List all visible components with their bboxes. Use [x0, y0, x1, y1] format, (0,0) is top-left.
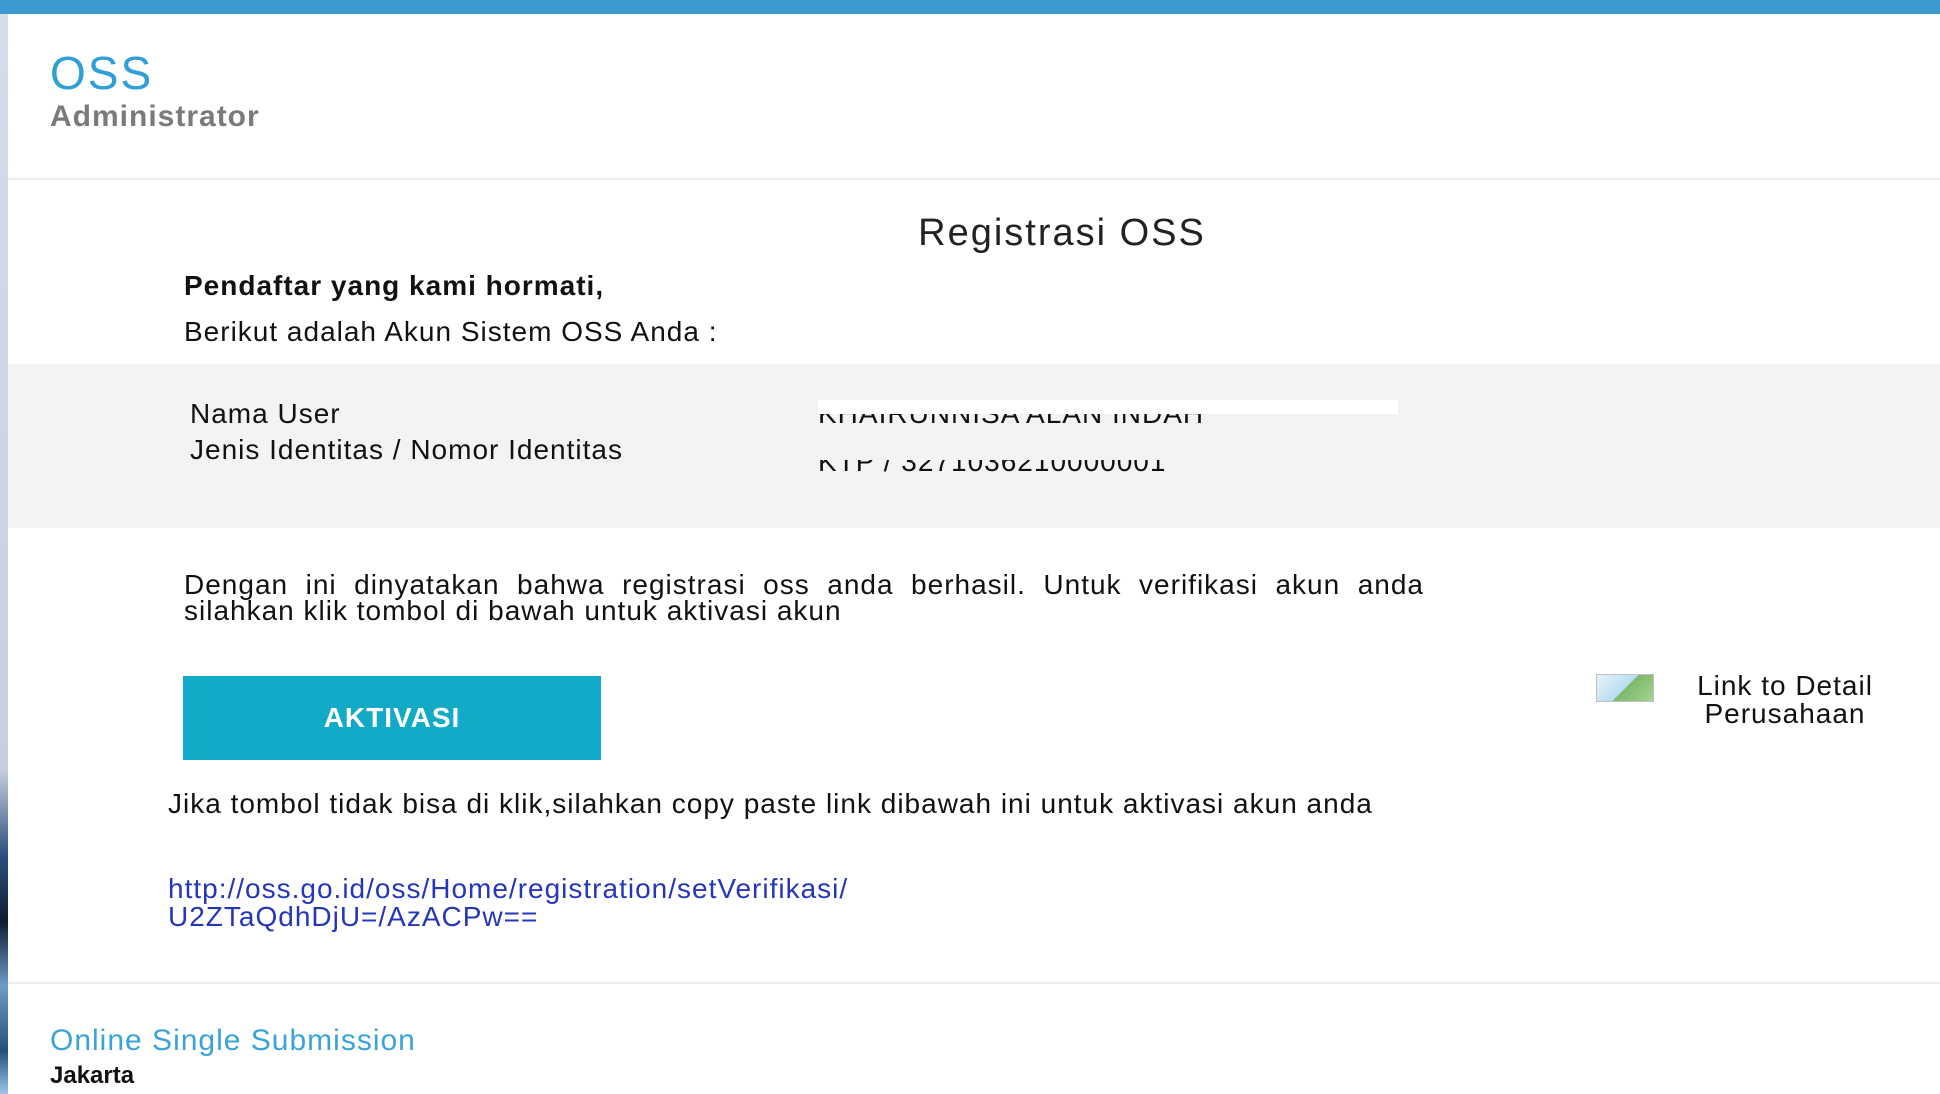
greeting-text: Pendaftar yang kami hormati,: [184, 270, 605, 301]
window-edge: [0, 14, 8, 1094]
company-detail-link-image[interactable]: Link to Detail Perusahaan: [1596, 672, 1916, 728]
brand-subtitle: Administrator: [50, 100, 260, 133]
account-info-panel: Nama User KHAIRUNNISA ALAN INDAH Jenis I…: [8, 364, 1940, 528]
email-header: OSS Administrator: [8, 14, 1940, 180]
redaction-mask: [818, 400, 1398, 414]
activation-link[interactable]: http://oss.go.id/oss/Home/registration/s…: [168, 875, 848, 931]
intro-text: Berikut adalah Akun Sistem OSS Anda :: [184, 316, 718, 347]
image-alt-text: Link to Detail Perusahaan: [1697, 670, 1873, 729]
identity-label: Jenis Identitas / Nomor Identitas: [190, 434, 623, 465]
identity-value: KTP / 3271036210000001: [818, 448, 1280, 476]
footer-org: Online Single Submission: [50, 1024, 416, 1057]
broken-image-icon: [1596, 674, 1654, 702]
username-label: Nama User: [190, 398, 341, 429]
redaction-mask: [818, 448, 1280, 460]
success-message: Dengan ini dinyatakan bahwa registrasi o…: [184, 569, 1424, 626]
fallback-instruction: Jika tombol tidak bisa di klik,silahkan …: [168, 788, 1373, 819]
email-page: OSS Administrator Registrasi OSS Pendaft…: [0, 0, 1940, 1094]
top-accent-bar: [0, 0, 1940, 14]
email-title: Registrasi OSS: [918, 212, 1206, 254]
activation-link-line1: http://oss.go.id/oss/Home/registration/s…: [168, 873, 849, 904]
activation-link-line2: U2ZTaQdhDjU=/AzACPw==: [168, 901, 539, 932]
brand-logo-text: OSS: [50, 47, 154, 99]
footer-divider: [8, 982, 1940, 984]
username-value: KHAIRUNNISA ALAN INDAH: [818, 400, 1398, 426]
activate-button[interactable]: AKTIVASI: [183, 676, 601, 760]
footer-city: Jakarta: [50, 1062, 135, 1089]
